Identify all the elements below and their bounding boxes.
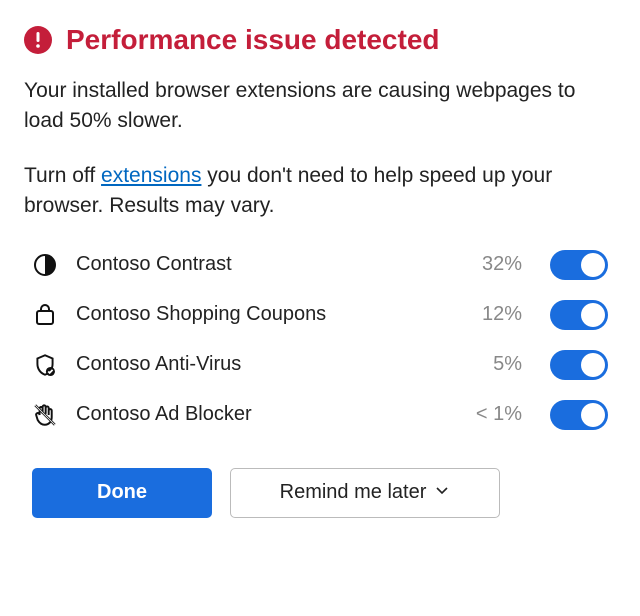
remind-later-button[interactable]: Remind me later [230, 468, 500, 518]
shopping-icon [32, 302, 58, 328]
chevron-down-icon [434, 481, 450, 504]
text-fragment: slower. [112, 109, 183, 132]
extension-percent: 5% [462, 353, 522, 376]
extension-row: Contoso Anti-Virus 5% [32, 350, 608, 380]
extension-name: Contoso Shopping Coupons [76, 303, 444, 326]
extensions-list: Contoso Contrast 32% Contoso Shopping Co… [24, 246, 616, 440]
extension-row: Contoso Ad Blocker < 1% [32, 400, 608, 430]
alert-header: Performance issue detected [24, 24, 616, 56]
done-button[interactable]: Done [32, 468, 212, 518]
shield-icon [32, 352, 58, 378]
button-row: Done Remind me later [24, 468, 616, 518]
hand-blocked-icon [32, 402, 58, 428]
extension-toggle[interactable] [550, 300, 608, 330]
extension-row: Contoso Contrast 32% [32, 250, 608, 280]
extension-name: Contoso Anti-Virus [76, 353, 444, 376]
extension-percent: < 1% [462, 403, 522, 426]
extension-percent: 12% [462, 303, 522, 326]
extension-percent: 32% [462, 253, 522, 276]
extension-row: Contoso Shopping Coupons 12% [32, 300, 608, 330]
extension-name: Contoso Contrast [76, 253, 444, 276]
remind-later-label: Remind me later [280, 481, 427, 504]
alert-description-2: Turn off extensions you don't need to he… [24, 161, 616, 222]
extension-name: Contoso Ad Blocker [76, 403, 444, 426]
extensions-link[interactable]: extensions [101, 164, 201, 187]
extension-toggle[interactable] [550, 250, 608, 280]
text-fragment: Turn off [24, 164, 101, 187]
alert-description-1: Your installed browser extensions are ca… [24, 76, 616, 137]
extension-toggle[interactable] [550, 400, 608, 430]
alert-icon [24, 26, 52, 54]
alert-title: Performance issue detected [66, 24, 440, 56]
slower-percent: 50% [70, 109, 112, 132]
contrast-icon [32, 252, 58, 278]
extension-toggle[interactable] [550, 350, 608, 380]
